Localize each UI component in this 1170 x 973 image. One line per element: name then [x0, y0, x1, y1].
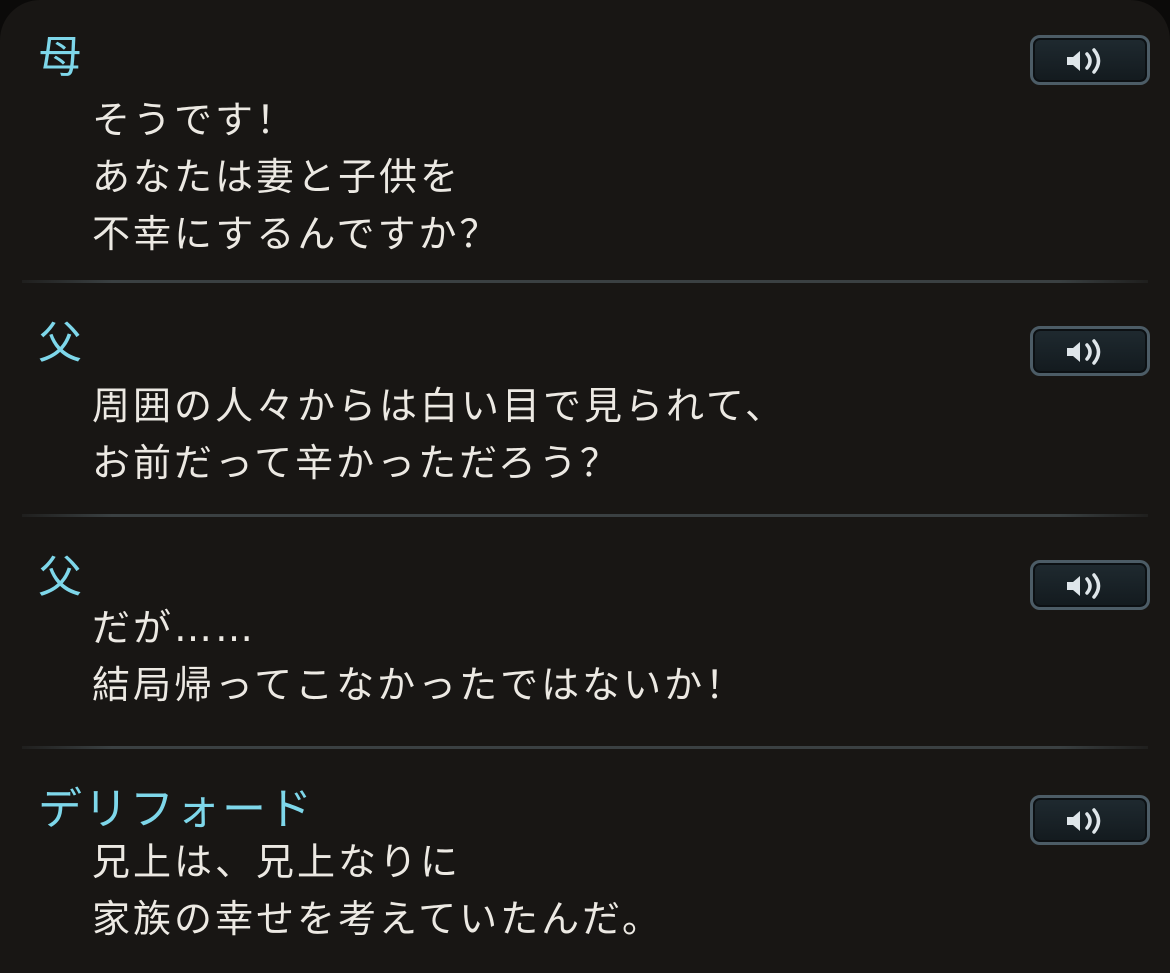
dialogue-line: あなたは妻と子供を [92, 155, 462, 199]
speaker-name: 母 [38, 32, 84, 83]
backlog-panel: 母 そうです！ あなたは妻と子供を 不幸にするんですか？ 父 周囲の人々からは白… [0, 0, 1170, 973]
speaker-name: デリフォード [38, 784, 314, 835]
speaker-icon [1067, 573, 1101, 599]
dialogue-line: 結局帰ってこなかったではないか！ [92, 663, 747, 707]
entry-divider [22, 746, 1148, 749]
dialogue-text: だが…… 結局帰ってこなかったではないか！ [92, 600, 746, 714]
voice-replay-button[interactable] [1030, 326, 1150, 376]
dialogue-text: そうです！ あなたは妻と子供を 不幸にするんですか？ [92, 92, 500, 263]
speaker-icon [1067, 808, 1101, 834]
voice-replay-button[interactable] [1030, 560, 1150, 610]
entry-divider [22, 280, 1148, 283]
voice-replay-button[interactable] [1030, 795, 1150, 845]
entry-divider [22, 514, 1148, 517]
speaker-name: 父 [38, 552, 84, 603]
dialogue-text: 周囲の人々からは白い目で見られて、 お前だって辛かっただろう？ [92, 378, 786, 492]
dialogue-text: 兄上は、兄上なりに 家族の幸せを考えていたんだ。 [92, 834, 663, 948]
dialogue-line: そうです！ [92, 98, 298, 142]
dialogue-line: 周囲の人々からは白い目で見られて、 [92, 384, 786, 428]
dialogue-line: 不幸にするんですか？ [92, 212, 501, 256]
voice-replay-button[interactable] [1030, 35, 1150, 85]
dialogue-line: 家族の幸せを考えていたんだ。 [92, 897, 663, 941]
dialogue-line: お前だって辛かっただろう？ [92, 441, 621, 485]
speaker-name: 父 [38, 318, 84, 369]
speaker-icon [1067, 48, 1101, 74]
speaker-icon [1067, 339, 1101, 365]
dialogue-line: 兄上は、兄上なりに [92, 840, 462, 884]
dialogue-line: だが…… [92, 606, 257, 650]
